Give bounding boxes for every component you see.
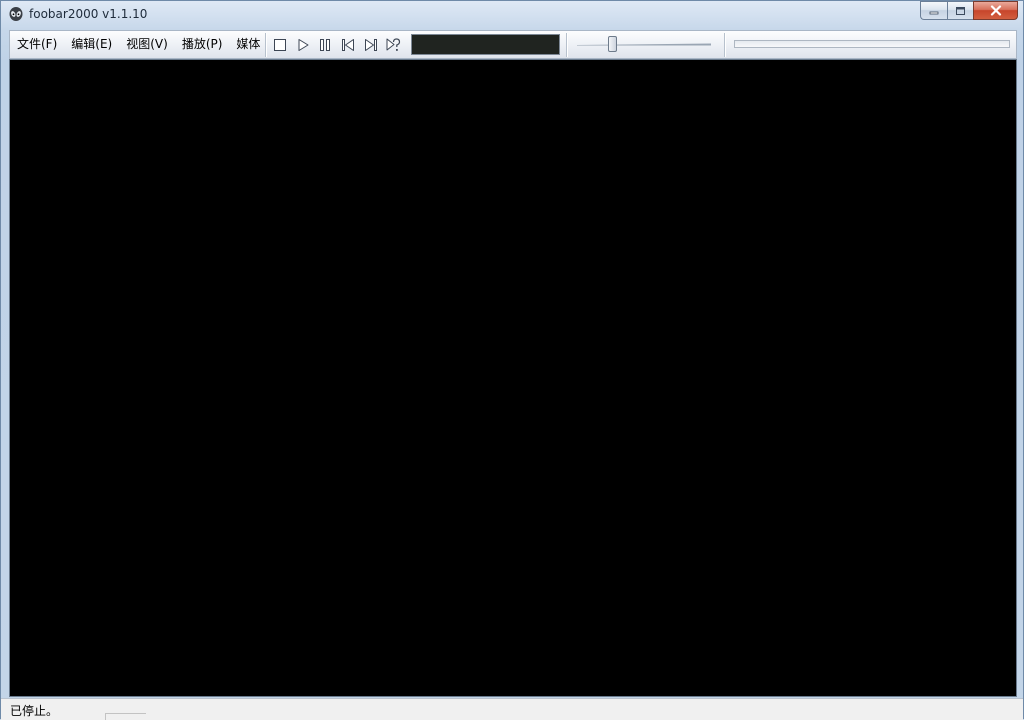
volume-slider[interactable]: [575, 34, 715, 55]
window-controls: [920, 1, 1018, 21]
toolbar-separator: [724, 33, 726, 57]
window-title: foobar2000 v1.1.10: [29, 7, 148, 21]
minimize-icon: [929, 11, 939, 14]
random-button[interactable]: [382, 35, 405, 55]
foobar2000-window: foobar2000 v1.1.10 文件(F) 编辑(E) 视图(V) 播放(…: [0, 0, 1024, 720]
minimize-button[interactable]: [920, 1, 947, 20]
menu-library[interactable]: 媒体: [229, 31, 267, 58]
seek-bar[interactable]: [734, 40, 1010, 48]
menu-file[interactable]: 文件(F): [10, 31, 64, 58]
menu-bar: 文件(F) 编辑(E) 视图(V) 播放(P) 媒体: [10, 31, 267, 58]
status-bar: 已停止。: [1, 698, 1023, 720]
playback-controls: [269, 35, 405, 55]
play-icon: [298, 39, 309, 51]
random-icon: [386, 38, 401, 51]
next-button[interactable]: [359, 35, 382, 55]
maximize-button[interactable]: [947, 1, 973, 20]
previous-icon: [342, 39, 355, 51]
pause-icon: [320, 39, 331, 51]
toolbar-separator: [566, 33, 568, 57]
next-icon: [364, 39, 377, 51]
stop-button[interactable]: [269, 35, 292, 55]
menu-view[interactable]: 视图(V): [119, 31, 175, 58]
previous-button[interactable]: [337, 35, 360, 55]
close-button[interactable]: [973, 1, 1018, 20]
pause-button[interactable]: [314, 35, 337, 55]
status-text: 已停止。: [10, 704, 59, 718]
play-button[interactable]: [292, 35, 315, 55]
toolbar-separator: [265, 33, 267, 57]
menu-playback[interactable]: 播放(P): [175, 31, 230, 58]
foobar-alien-icon: [9, 7, 23, 21]
title-bar[interactable]: foobar2000 v1.1.10: [1, 1, 1023, 29]
playlist-view[interactable]: [9, 59, 1017, 697]
stop-icon: [274, 39, 287, 51]
menu-edit[interactable]: 编辑(E): [64, 31, 119, 58]
close-icon: [990, 5, 1001, 16]
menu-toolbar: 文件(F) 编辑(E) 视图(V) 播放(P) 媒体: [9, 30, 1017, 59]
restore-icon: [956, 6, 965, 15]
visualization-panel[interactable]: [411, 34, 560, 55]
volume-track: [577, 43, 711, 46]
volume-thumb[interactable]: [608, 36, 617, 52]
